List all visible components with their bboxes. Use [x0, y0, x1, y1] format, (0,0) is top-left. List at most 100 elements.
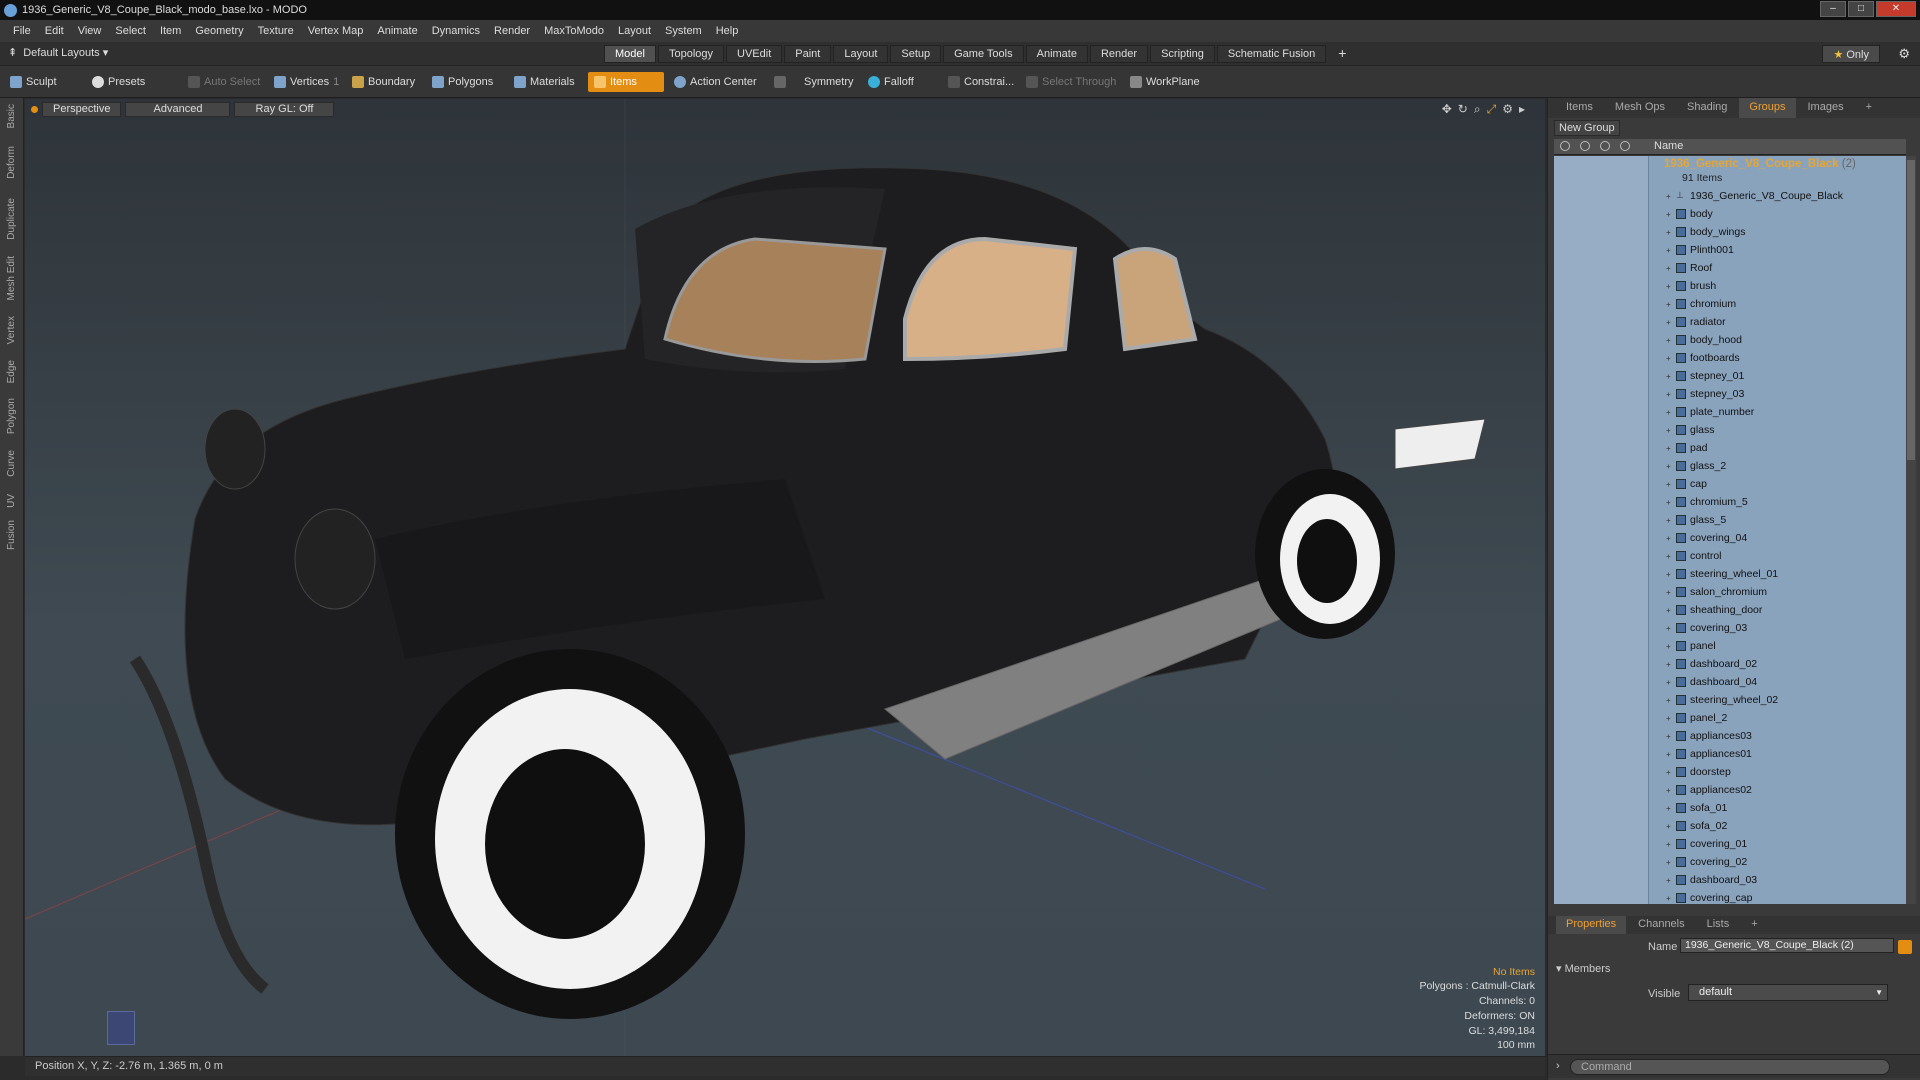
- expand-icon[interactable]: +: [1666, 336, 1672, 345]
- tab-paint[interactable]: Paint: [784, 45, 832, 63]
- color-swatch[interactable]: [1898, 940, 1912, 954]
- tab-lists[interactable]: Lists: [1697, 916, 1740, 934]
- menu-vertex-map[interactable]: Vertex Map: [308, 25, 364, 37]
- group-item-row[interactable]: + glass_2: [1666, 457, 1726, 475]
- group-item-row[interactable]: + covering_01: [1666, 835, 1747, 853]
- expand-icon[interactable]: +: [1666, 570, 1672, 579]
- group-item-row[interactable]: + glass_5: [1666, 511, 1726, 529]
- group-item-row[interactable]: + panel_2: [1666, 709, 1727, 727]
- view-mode-button[interactable]: Perspective: [42, 102, 122, 117]
- render-col-icon[interactable]: [1580, 141, 1590, 151]
- name-field[interactable]: 1936_Generic_V8_Coupe_Black (2): [1680, 938, 1894, 953]
- groups-scrollbar[interactable]: [1906, 156, 1916, 904]
- strip-tab-fusion[interactable]: Fusion: [6, 520, 17, 550]
- visible-dropdown[interactable]: default ▼: [1688, 984, 1888, 1001]
- fit-view-icon[interactable]: ⤢: [1487, 102, 1497, 117]
- expand-icon[interactable]: +: [1666, 822, 1672, 831]
- select-through-button[interactable]: Select Through: [1020, 72, 1122, 92]
- groups-tree[interactable]: 1936_Generic_V8_Coupe_Black (2) 91 Items…: [1554, 156, 1906, 904]
- select-col-icon[interactable]: [1620, 141, 1630, 151]
- menu-item[interactable]: Item: [160, 25, 181, 37]
- expand-icon[interactable]: +: [1666, 318, 1672, 327]
- expand-icon[interactable]: +: [1666, 624, 1672, 633]
- workplane-button[interactable]: WorkPlane: [1124, 72, 1206, 92]
- group-item-row[interactable]: + body_hood: [1666, 331, 1742, 349]
- viewport-settings-icon[interactable]: ⚙: [1502, 102, 1513, 117]
- presets-button[interactable]: Presets: [86, 72, 151, 92]
- action-center-button[interactable]: Action Center: [668, 72, 763, 92]
- tab-schematic-fusion[interactable]: Schematic Fusion: [1216, 45, 1327, 63]
- group-item-row[interactable]: + pad: [1666, 439, 1708, 457]
- group-item-row[interactable]: + body: [1666, 205, 1713, 223]
- group-item-row[interactable]: + chromium_5: [1666, 493, 1748, 511]
- strip-tab-edge[interactable]: Edge: [6, 360, 17, 383]
- menu-edit[interactable]: Edit: [45, 25, 64, 37]
- strip-tab-uv[interactable]: UV: [6, 494, 17, 508]
- expand-icon[interactable]: +: [1666, 264, 1672, 273]
- group-item-row[interactable]: + appliances02: [1666, 781, 1752, 799]
- raygl-button[interactable]: Ray GL: Off: [234, 102, 335, 117]
- gear-icon[interactable]: ⚙: [1898, 46, 1910, 62]
- group-item-row[interactable]: + steering_wheel_02: [1666, 691, 1778, 709]
- materials-button[interactable]: Materials: [508, 72, 581, 92]
- zoom-view-icon[interactable]: ⌕: [1474, 102, 1481, 117]
- menu-maxtomodo[interactable]: MaxToModo: [544, 25, 604, 37]
- strip-tab-curve[interactable]: Curve: [6, 450, 17, 477]
- group-item-row[interactable]: + Plinth001: [1666, 241, 1734, 259]
- group-root[interactable]: 1936_Generic_V8_Coupe_Black (2): [1664, 158, 1856, 170]
- group-item-row[interactable]: + stepney_01: [1666, 367, 1744, 385]
- strip-tab-duplicate[interactable]: Duplicate: [6, 198, 17, 240]
- group-item-row[interactable]: + stepney_03: [1666, 385, 1744, 403]
- tab-topology[interactable]: Topology: [657, 45, 725, 63]
- rotate-view-icon[interactable]: ↻: [1458, 102, 1468, 117]
- group-item-row[interactable]: + body_wings: [1666, 223, 1745, 241]
- tab-animate[interactable]: Animate: [1025, 45, 1088, 63]
- new-group-button[interactable]: New Group: [1554, 120, 1620, 136]
- expand-icon[interactable]: +: [1666, 462, 1672, 471]
- group-item-row[interactable]: + covering_cap: [1666, 889, 1752, 904]
- maximize-button[interactable]: □: [1848, 1, 1874, 17]
- constrain-button[interactable]: Constrai...: [942, 72, 1020, 92]
- menu-select[interactable]: Select: [115, 25, 146, 37]
- boundary-button[interactable]: Boundary: [346, 72, 421, 92]
- group-item-row[interactable]: + doorstep: [1666, 763, 1731, 781]
- menu-render[interactable]: Render: [494, 25, 530, 37]
- items-button[interactable]: Items: [588, 72, 664, 92]
- expand-icon[interactable]: +: [1666, 498, 1672, 507]
- expand-icon[interactable]: +: [1666, 660, 1672, 669]
- name-column-header[interactable]: Name: [1654, 140, 1683, 152]
- tab-model[interactable]: Model: [604, 45, 656, 63]
- tab-scripting[interactable]: Scripting: [1150, 45, 1215, 63]
- group-item-row[interactable]: + plate_number: [1666, 403, 1754, 421]
- close-button[interactable]: ✕: [1876, 1, 1916, 17]
- menu-animate[interactable]: Animate: [377, 25, 417, 37]
- expand-icon[interactable]: +: [1666, 534, 1672, 543]
- viewport-expand-icon[interactable]: ▸: [1519, 102, 1525, 117]
- command-input[interactable]: Command: [1570, 1059, 1890, 1075]
- tab-shading[interactable]: Shading: [1677, 98, 1737, 118]
- 3d-viewport[interactable]: Perspective Advanced Ray GL: Off ✥ ↻ ⌕ ⤢…: [25, 99, 1545, 1057]
- group-item-row[interactable]: + steering_wheel_01: [1666, 565, 1778, 583]
- expand-icon[interactable]: +: [1666, 606, 1672, 615]
- group-item-row[interactable]: + ⊥ 1936_Generic_V8_Coupe_Black: [1666, 187, 1843, 205]
- expand-icon[interactable]: +: [1666, 246, 1672, 255]
- tree-toggle-columns[interactable]: [1554, 156, 1649, 904]
- expand-icon[interactable]: +: [1666, 372, 1672, 381]
- group-item-row[interactable]: + brush: [1666, 277, 1716, 295]
- group-item-row[interactable]: + dashboard_03: [1666, 871, 1757, 889]
- expand-icon[interactable]: +: [1666, 390, 1672, 399]
- group-item-row[interactable]: + covering_04: [1666, 529, 1747, 547]
- strip-tab-vertex[interactable]: Vertex: [6, 316, 17, 344]
- menu-geometry[interactable]: Geometry: [195, 25, 243, 37]
- group-item-row[interactable]: + appliances01: [1666, 745, 1752, 763]
- expand-icon[interactable]: +: [1666, 750, 1672, 759]
- expand-icon[interactable]: +: [1666, 696, 1672, 705]
- group-item-row[interactable]: + salon_chromium: [1666, 583, 1767, 601]
- falloff-button[interactable]: Falloff: [862, 72, 920, 92]
- tab-render[interactable]: Render: [1089, 45, 1149, 63]
- menu-file[interactable]: File: [13, 25, 31, 37]
- expand-icon[interactable]: +: [1666, 480, 1672, 489]
- group-item-row[interactable]: + footboards: [1666, 349, 1740, 367]
- tab-groups[interactable]: Groups: [1739, 98, 1796, 118]
- group-item-row[interactable]: + covering_03: [1666, 619, 1747, 637]
